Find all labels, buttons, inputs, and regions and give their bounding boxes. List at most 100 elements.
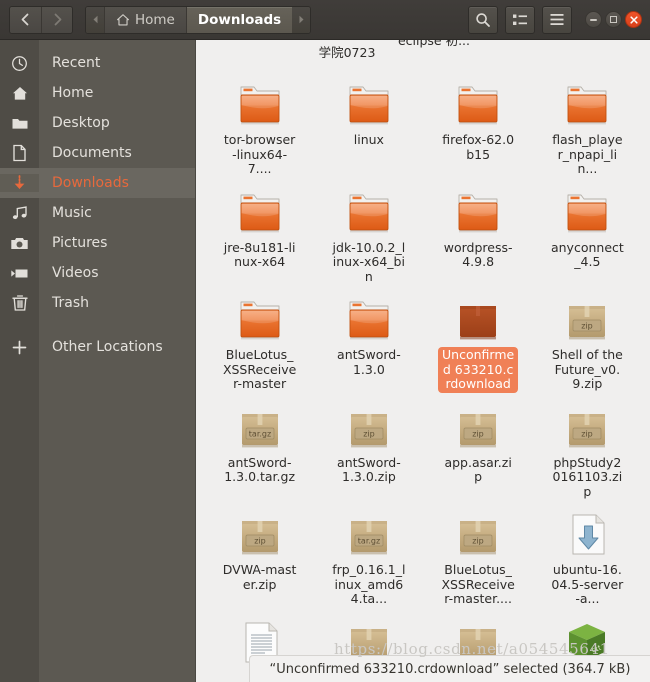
sidebar-item-label: Recent (52, 55, 101, 71)
file-type-icon (235, 184, 285, 236)
file-type-icon (344, 76, 394, 128)
file-name-label: anyconnect_4.5 (550, 239, 624, 269)
sidebar-item-pictures[interactable]: Pictures (0, 228, 195, 258)
sidebar-item-label: Downloads (52, 175, 129, 191)
file-item[interactable]: antSword-1.3.0 (314, 285, 423, 393)
file-name-label: app.asar.zip (444, 454, 512, 484)
archive-icon: zip (460, 413, 497, 447)
forward-button[interactable] (41, 6, 72, 33)
clipped-file-label[interactable]: 学院0723 (302, 45, 392, 61)
file-item[interactable]: zip DVWA-master.zip (205, 500, 314, 608)
breadcrumb-item-downloads[interactable]: Downloads (185, 6, 293, 33)
archive-icon: tar.gz (241, 413, 278, 447)
status-text: “Unconfirmed 633210.crdownload” selected… (269, 661, 631, 677)
svg-text:tar.gz: tar.gz (248, 429, 270, 438)
minimize-icon (590, 18, 597, 21)
maximize-button[interactable] (605, 11, 622, 28)
file-type-icon (235, 291, 285, 343)
svg-text:zip: zip (582, 429, 594, 438)
file-item[interactable]: wordpress-4.9.8 (424, 178, 533, 286)
close-icon (629, 15, 638, 24)
file-name-label: ubuntu-16.04.5-server-a... (551, 562, 624, 606)
sidebar-item-music[interactable]: Music (0, 198, 195, 228)
menu-button[interactable] (542, 5, 572, 34)
sidebar-item-downloads[interactable]: Downloads (0, 168, 195, 198)
view-options-button[interactable] (505, 5, 535, 34)
archive-icon: zip (460, 521, 497, 555)
sidebar-divider (0, 318, 195, 332)
file-grid: tor-browser-linux64-7.... linux firefox-… (197, 70, 650, 672)
file-item[interactable]: zip Shell of the Future_v0.9.zip (533, 285, 642, 393)
file-item[interactable]: tar.gz antSword-1.3.0.tar.gz (205, 393, 314, 501)
sidebar-item-videos[interactable]: Videos (0, 258, 195, 288)
sidebar-item-desktop[interactable]: Desktop (0, 108, 195, 138)
close-button[interactable] (625, 11, 642, 28)
video-icon (0, 267, 39, 280)
file-type-icon: tar.gz (344, 506, 394, 558)
folder-icon (240, 301, 280, 340)
plus-icon (0, 339, 39, 356)
archive-icon: zip (241, 521, 278, 555)
trash-icon (0, 294, 39, 312)
partial-download-icon (460, 306, 497, 340)
file-item[interactable]: tar.gz frp_0.16.1_linux_amd64.ta... (314, 500, 423, 608)
file-item[interactable]: zip BlueLotus_XSSReceiver-master.... (424, 500, 533, 608)
file-name-label: wordpress-4.9.8 (443, 239, 513, 269)
breadcrumb-prev-arrow[interactable] (86, 6, 104, 33)
sidebar-item-recent[interactable]: Recent (0, 48, 195, 78)
folder-icon (458, 194, 498, 232)
sidebar-item-label: Videos (52, 265, 99, 281)
sidebar-item-trash[interactable]: Trash (0, 288, 195, 318)
sidebar-item-label: Pictures (52, 235, 108, 251)
file-type-icon (453, 291, 503, 343)
file-item[interactable]: flash_player_npapi_lin... (533, 70, 642, 178)
file-item[interactable]: zip app.asar.zip (424, 393, 533, 501)
archive-icon: zip (569, 306, 606, 340)
file-name-label: tor-browser-linux64-7.... (223, 132, 296, 176)
file-type-icon (562, 76, 612, 128)
file-item[interactable]: ubuntu-16.04.5-server-a... (533, 500, 642, 608)
file-name-label: phpStudy20161103.zip (552, 454, 623, 499)
home-icon (0, 85, 39, 102)
back-button[interactable] (10, 6, 41, 33)
breadcrumb-item-home[interactable]: Home (104, 6, 186, 33)
archive-icon: zip (569, 413, 606, 447)
folder-icon (349, 86, 389, 125)
file-item[interactable]: jre-8u181-linux-x64 (205, 178, 314, 286)
file-item[interactable]: tor-browser-linux64-7.... (205, 70, 314, 178)
window-controls (585, 11, 642, 28)
sidebar-item-documents[interactable]: Documents (0, 138, 195, 168)
file-item[interactable]: BlueLotus_XSSReceiver-master (205, 285, 314, 393)
file-item[interactable]: firefox-62.0b15 (424, 70, 533, 178)
file-item[interactable]: linux (314, 70, 423, 178)
sidebar-item-home[interactable]: Home (0, 78, 195, 108)
maximize-icon (610, 16, 617, 23)
download-icon (0, 174, 39, 192)
clock-icon (0, 55, 39, 72)
folder-icon (458, 86, 498, 125)
file-item-selected[interactable]: Unconfirmed 633210.crdownload (424, 285, 533, 393)
file-name-label: Shell of the Future_v0.9.zip (551, 347, 623, 391)
clipped-top-row: 学院0723 eclipse 初... (197, 40, 650, 70)
search-button[interactable] (468, 5, 498, 34)
svg-text:zip: zip (472, 429, 484, 438)
file-grid-area[interactable]: 学院0723 eclipse 初... tor-browser-linux64-7… (197, 40, 650, 682)
file-item[interactable]: anyconnect_4.5 (533, 178, 642, 286)
file-type-icon: zip (562, 291, 612, 343)
file-item[interactable]: jdk-10.0.2_linux-x64_bin (314, 178, 423, 286)
file-name-label: firefox-62.0b15 (442, 132, 515, 162)
hamburger-menu-icon (549, 13, 565, 26)
header-right-group (468, 5, 650, 34)
file-name-label: antSword-1.3.0.tar.gz (224, 454, 296, 484)
sidebar-item-other-locations[interactable]: Other Locations (0, 332, 195, 362)
clipped-file-label[interactable]: eclipse 初... (389, 40, 479, 49)
minimize-button[interactable] (585, 11, 602, 28)
breadcrumb-label: Downloads (197, 11, 282, 28)
folder-icon (240, 194, 280, 232)
folder-icon (349, 301, 389, 340)
file-item[interactable]: zip antSword-1.3.0.zip (314, 393, 423, 501)
file-item[interactable]: zip phpStudy20161103.zip (533, 393, 642, 501)
file-type-icon: zip (562, 399, 612, 451)
sidebar-item-label: Home (52, 85, 94, 101)
breadcrumb-next-arrow[interactable] (292, 6, 311, 33)
